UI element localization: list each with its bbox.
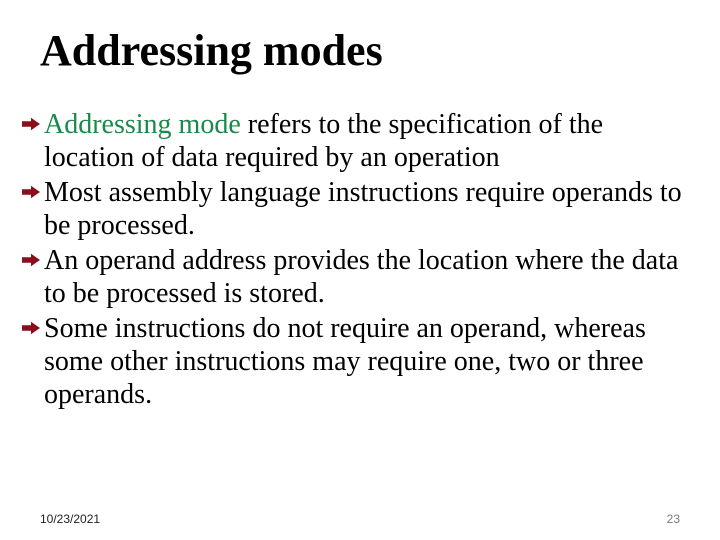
bullet-item: Some instructions do not require an oper… <box>16 312 692 411</box>
bullet-item: Addressing mode refers to the specificat… <box>16 108 692 174</box>
bullet-keyword: Addressing mode <box>44 109 241 140</box>
bullet-item: An operand address provides the location… <box>16 244 692 310</box>
bullet-rest: An operand address provides the location… <box>44 245 678 309</box>
footer-date: 10/23/2021 <box>40 512 100 526</box>
footer-page-number: 23 <box>667 512 680 526</box>
bullet-text: Addressing mode refers to the specificat… <box>44 108 692 174</box>
slide: Addressing modes Addressing mode refers … <box>0 0 720 540</box>
bullet-text: An operand address provides the location… <box>44 244 692 310</box>
arrow-icon <box>16 185 40 199</box>
bullet-text: Some instructions do not require an oper… <box>44 312 692 411</box>
slide-title: Addressing modes <box>40 28 680 74</box>
arrow-icon <box>16 321 40 335</box>
arrow-icon <box>16 117 40 131</box>
bullet-rest: Most assembly language instructions requ… <box>44 177 682 241</box>
bullet-item: Most assembly language instructions requ… <box>16 176 692 242</box>
slide-body: Addressing mode refers to the specificat… <box>16 108 692 413</box>
bullet-rest: Some instructions do not require an oper… <box>44 313 646 410</box>
arrow-icon <box>16 253 40 267</box>
bullet-text: Most assembly language instructions requ… <box>44 176 692 242</box>
